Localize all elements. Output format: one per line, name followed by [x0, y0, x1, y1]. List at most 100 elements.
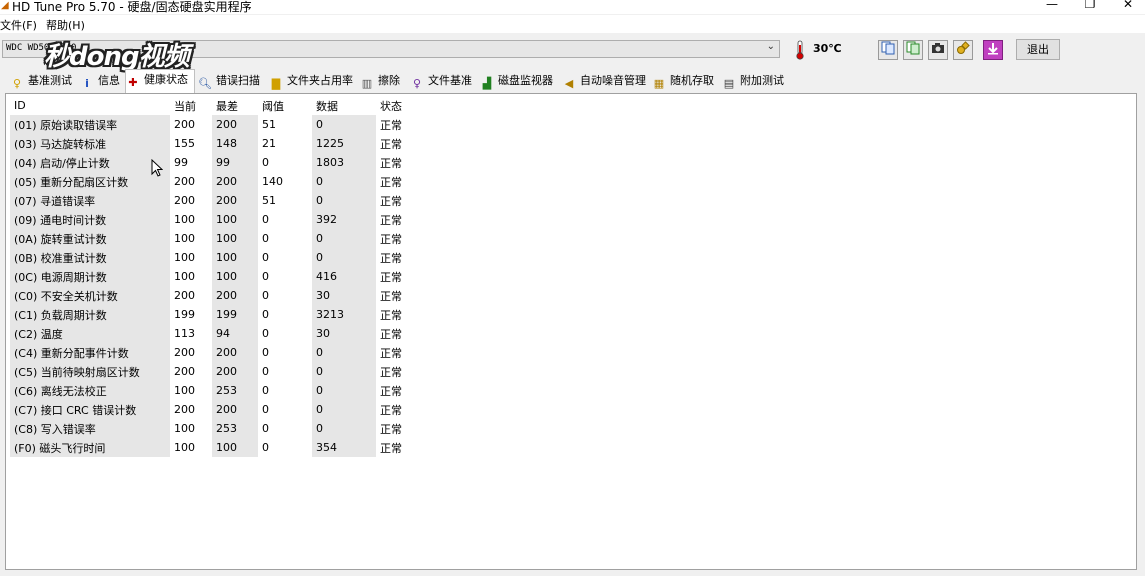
copy-screenshot-icon[interactable]	[903, 40, 923, 60]
cell-threshold: 0	[262, 308, 269, 321]
cell-id: (F0) 磁头飞行时间	[10, 438, 170, 457]
table-row[interactable]: (07) 寻道错误率 200 200 51 0 正常	[10, 191, 426, 210]
table-row[interactable]: (0A) 旋转重试计数 100 100 0 0 正常	[10, 229, 426, 248]
table-row[interactable]: (C2) 温度 113 94 0 30 正常	[10, 324, 426, 343]
temperature-readout: 30℃	[813, 42, 842, 55]
cell-data: 0	[312, 381, 376, 400]
cell-worst: 200	[212, 362, 258, 381]
cell-current: 199	[174, 308, 195, 321]
table-row[interactable]: (05) 重新分配扇区计数 200 200 140 0 正常	[10, 172, 426, 191]
tab-random-access[interactable]: ▦ 随机存取	[652, 71, 714, 92]
cell-id: (01) 原始读取错误率	[10, 115, 170, 134]
cell-data: 0	[312, 343, 376, 362]
disk-monitor-icon: ▟	[482, 77, 492, 90]
close-button[interactable]: ✕	[1113, 0, 1143, 12]
table-row[interactable]: (C1) 负载周期计数 199 199 0 3213 正常	[10, 305, 426, 324]
cell-id: (07) 寻道错误率	[10, 191, 170, 210]
health-icon: ✚	[128, 76, 138, 89]
cell-id: (0C) 电源周期计数	[10, 267, 170, 286]
column-header-worst[interactable]: 最差	[212, 96, 258, 115]
file-benchmark-icon: ♀	[412, 77, 422, 90]
table-row[interactable]: (F0) 磁头飞行时间 100 100 0 354 正常	[10, 438, 426, 457]
thermometer-icon	[796, 40, 804, 60]
cell-worst: 200	[212, 115, 258, 134]
table-row[interactable]: (0C) 电源周期计数 100 100 0 416 正常	[10, 267, 426, 286]
extra-tests-icon: ▤	[723, 77, 735, 90]
cell-current: 200	[174, 346, 195, 359]
cell-threshold: 0	[262, 384, 269, 397]
cell-data: 416	[312, 267, 376, 286]
tab-error-scan[interactable]: 🔍︎ 错误扫描	[198, 71, 260, 92]
cell-threshold: 0	[262, 403, 269, 416]
cell-id: (04) 启动/停止计数	[10, 153, 170, 172]
cell-threshold: 0	[262, 346, 269, 359]
tab-disk-monitor[interactable]: ▟ 磁盘监视器	[480, 71, 553, 92]
cell-current: 200	[174, 175, 195, 188]
cell-status: 正常	[380, 251, 402, 265]
chevron-down-icon[interactable]: ⌄	[767, 41, 775, 52]
cell-status: 正常	[380, 327, 402, 341]
mouse-cursor-icon	[151, 159, 163, 177]
cell-worst: 200	[212, 286, 258, 305]
cell-worst: 200	[212, 400, 258, 419]
cell-threshold: 0	[262, 422, 269, 435]
table-row[interactable]: (C0) 不安全关机计数 200 200 0 30 正常	[10, 286, 426, 305]
watermark-logo: 秒dong视频	[44, 42, 190, 72]
cell-id: (C8) 写入错误率	[10, 419, 170, 438]
column-header-id[interactable]: ID	[10, 96, 170, 115]
tab-info[interactable]: i 信息	[80, 71, 120, 92]
cell-status: 正常	[380, 365, 402, 379]
table-row[interactable]: (09) 通电时间计数 100 100 0 392 正常	[10, 210, 426, 229]
cell-threshold: 0	[262, 441, 269, 454]
table-row[interactable]: (C5) 当前待映射扇区计数 200 200 0 0 正常	[10, 362, 426, 381]
cell-id: (C6) 离线无法校正	[10, 381, 170, 400]
minimize-button[interactable]: —	[1037, 0, 1067, 12]
column-header-threshold[interactable]: 阈值	[258, 96, 312, 115]
table-row[interactable]: (C4) 重新分配事件计数 200 200 0 0 正常	[10, 343, 426, 362]
column-header-data[interactable]: 数据	[312, 96, 376, 115]
cell-data: 3213	[312, 305, 376, 324]
cell-data: 0	[312, 362, 376, 381]
camera-icon[interactable]	[928, 40, 948, 60]
erase-icon: ▥	[361, 77, 373, 90]
menu-file[interactable]: 文件(F)	[0, 17, 37, 33]
cell-worst: 200	[212, 172, 258, 191]
options-icon[interactable]	[953, 40, 973, 60]
tab-erase[interactable]: ▥ 擦除	[360, 71, 400, 92]
copy-text-icon[interactable]	[878, 40, 898, 60]
column-header-status[interactable]: 状态	[376, 96, 426, 115]
tab-aam[interactable]: ◀ 自动噪音管理	[562, 71, 646, 92]
benchmark-icon: ♀	[12, 77, 22, 90]
tab-file-benchmark[interactable]: ♀ 文件基准	[410, 71, 472, 92]
title-bar: ◢ HD Tune Pro 5.70 - 硬盘/固态硬盘实用程序 — ❐ ✕	[0, 0, 1145, 14]
tab-folder-usage[interactable]: ▇ 文件夹占用率	[269, 71, 353, 92]
table-row[interactable]: (01) 原始读取错误率 200 200 51 0 正常	[10, 115, 426, 134]
table-row[interactable]: (C8) 写入错误率 100 253 0 0 正常	[10, 419, 426, 438]
table-row[interactable]: (C7) 接口 CRC 错误计数 200 200 0 0 正常	[10, 400, 426, 419]
tab-extra-tests[interactable]: ▤ 附加测试	[722, 71, 784, 92]
save-icon[interactable]	[983, 40, 1003, 60]
cell-threshold: 0	[262, 327, 269, 340]
cell-id: (0A) 旋转重试计数	[10, 229, 170, 248]
table-row[interactable]: (04) 启动/停止计数 99 99 0 1803 正常	[10, 153, 426, 172]
menu-help[interactable]: 帮助(H)	[46, 17, 85, 33]
table-row[interactable]: (C6) 离线无法校正 100 253 0 0 正常	[10, 381, 426, 400]
table-row[interactable]: (03) 马达旋转标准 155 148 21 1225 正常	[10, 134, 426, 153]
cell-status: 正常	[380, 289, 402, 303]
column-header-current[interactable]: 当前	[170, 96, 212, 115]
cell-data: 392	[312, 210, 376, 229]
table-row[interactable]: (0B) 校准重试计数 100 100 0 0 正常	[10, 248, 426, 267]
cell-id: (0B) 校准重试计数	[10, 248, 170, 267]
exit-button[interactable]: 退出	[1016, 39, 1060, 60]
window-title: HD Tune Pro 5.70 - 硬盘/固态硬盘实用程序	[12, 0, 252, 14]
random-access-icon: ▦	[653, 77, 665, 90]
cell-id: (C2) 温度	[10, 324, 170, 343]
cell-status: 正常	[380, 346, 402, 360]
restore-button[interactable]: ❐	[1075, 0, 1105, 12]
cell-id: (C1) 负载周期计数	[10, 305, 170, 324]
tab-benchmark[interactable]: ♀ 基准测试	[10, 71, 72, 92]
cell-status: 正常	[380, 232, 402, 246]
cell-current: 99	[174, 156, 188, 169]
tab-health[interactable]: ✚ 健康状态	[125, 69, 195, 94]
cell-status: 正常	[380, 422, 402, 436]
